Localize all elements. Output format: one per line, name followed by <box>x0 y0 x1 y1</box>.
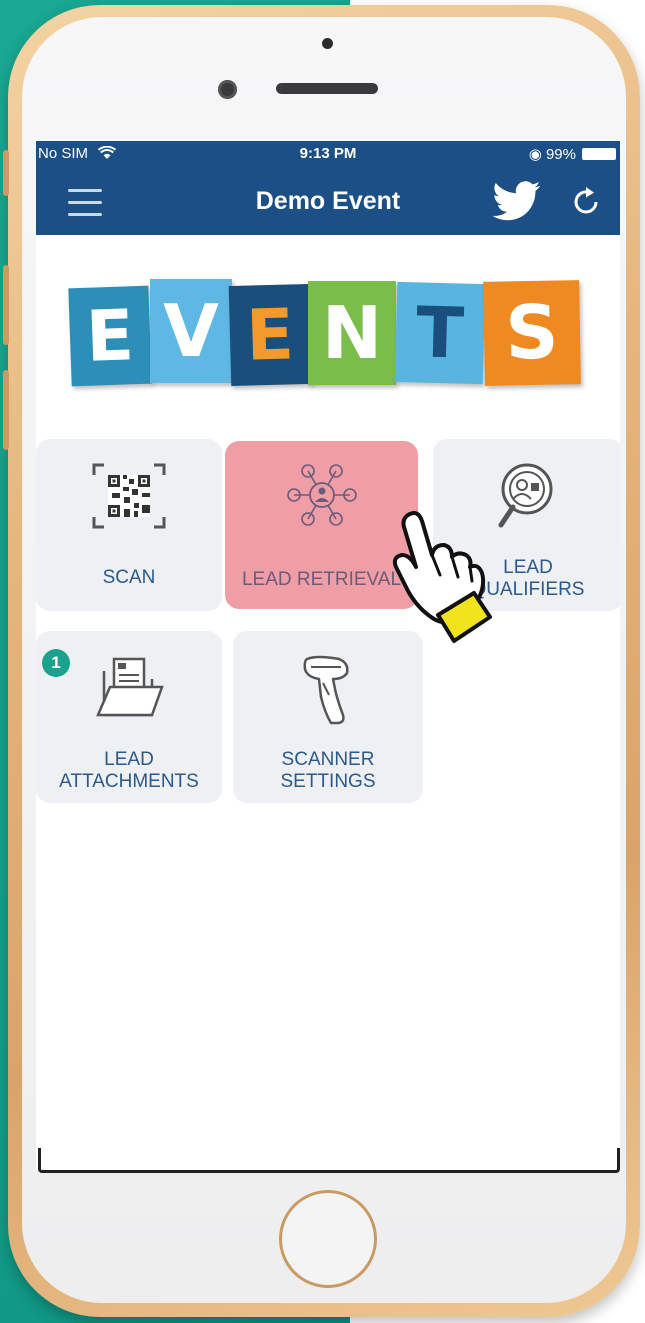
lead-network-icon <box>286 464 357 526</box>
lead-attachments-line2: ATTACHMENTS <box>59 771 199 792</box>
battery-group: ◉ 99% <box>529 145 576 163</box>
barcode-scanner-icon <box>303 655 349 725</box>
logo-letter-e2: E <box>228 283 312 387</box>
home-button[interactable] <box>279 1190 377 1288</box>
app-screen: No SIM 9:13 PM ◉ 99% Demo Event E V E N … <box>36 141 620 1170</box>
logo-letter-text: E <box>84 294 136 378</box>
scanner-settings-line2: SETTINGS <box>280 771 376 792</box>
attachments-count-badge: 1 <box>42 649 70 677</box>
logo-letter-text: T <box>415 291 465 375</box>
events-logo: E V E N T S <box>68 279 588 391</box>
screen-bottom-edge <box>38 1148 620 1173</box>
logo-letter-text: E <box>245 293 295 377</box>
tap-hand-cursor-icon <box>392 511 492 643</box>
orientation-lock-icon: ◉ <box>528 146 542 163</box>
folder-document-icon <box>96 657 164 717</box>
refresh-icon[interactable] <box>572 184 602 216</box>
front-camera <box>218 80 237 99</box>
battery-icon <box>582 148 616 160</box>
logo-letter-text: S <box>504 289 560 377</box>
earpiece-speaker <box>276 83 378 94</box>
scanner-settings-tile[interactable]: SCANNER SETTINGS <box>233 631 423 803</box>
logo-letter-n: N <box>308 281 396 385</box>
logo-letter-v: V <box>150 279 232 383</box>
scanner-settings-label: SCANNER SETTINGS <box>233 749 423 793</box>
scan-label: SCAN <box>102 567 156 588</box>
lead-attachments-label: LEAD ATTACHMENTS <box>36 749 222 793</box>
logo-letter-t: T <box>394 281 486 385</box>
logo-letter-text: V <box>163 289 219 373</box>
magnifier-person-icon <box>498 463 553 528</box>
battery-percent: 99% <box>545 146 576 163</box>
qr-code-icon <box>92 463 166 529</box>
mute-switch <box>3 150 9 196</box>
scanner-settings-line1: SCANNER <box>281 749 375 770</box>
volume-down-button <box>3 370 9 450</box>
logo-letter-s: S <box>483 280 581 386</box>
proximity-sensor <box>322 38 333 49</box>
twitter-icon[interactable] <box>491 181 543 221</box>
lead-attachments-line1: LEAD <box>104 749 154 770</box>
logo-letter-text: N <box>321 291 383 375</box>
nav-bar: Demo Event <box>36 167 620 235</box>
logo-letter-e1: E <box>68 285 152 387</box>
scan-tile[interactable]: SCAN <box>36 439 222 611</box>
status-bar: No SIM 9:13 PM ◉ 99% <box>36 141 620 167</box>
volume-up-button <box>3 265 9 345</box>
